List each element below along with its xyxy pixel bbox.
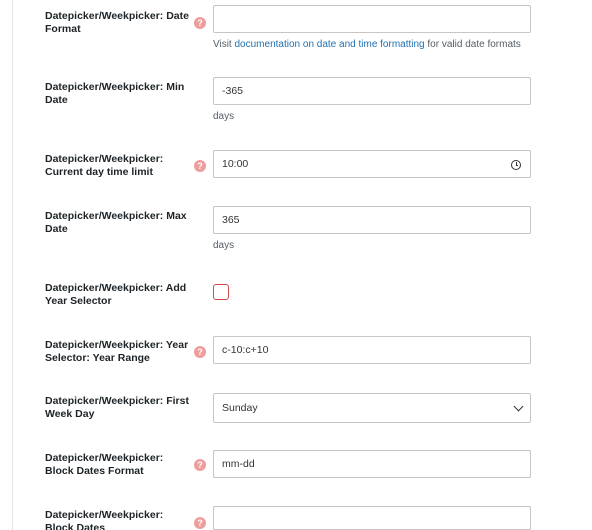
label-date-format: Datepicker/Weekpicker: Date Format [45, 10, 189, 35]
label-first-week-day: Datepicker/Weekpicker: First Week Day [45, 395, 189, 420]
block-dates-input[interactable] [213, 506, 531, 530]
first-week-day-select[interactable]: Sunday [213, 393, 531, 423]
year-range-input[interactable]: c-10:c+10 [213, 336, 531, 364]
help-icon[interactable]: ? [194, 459, 206, 471]
label-add-year-selector: Datepicker/Weekpicker: Add Year Selector [45, 282, 187, 307]
settings-page: Datepicker/Weekpicker: Date Format ? Vis… [0, 0, 592, 530]
label-block-dates-format: Datepicker/Weekpicker: Block Dates Forma… [45, 452, 164, 477]
label-time-limit: Datepicker/Weekpicker: Current day time … [45, 153, 164, 178]
time-limit-input[interactable]: 10:00 [213, 150, 531, 178]
hint-prefix: Visit [213, 39, 235, 50]
time-limit-value: 10:00 [222, 158, 249, 170]
max-date-input[interactable]: 365 [213, 206, 531, 234]
date-format-hint: Visit documentation on date and time for… [213, 39, 521, 50]
label-year-range: Datepicker/Weekpicker: Year Selector: Ye… [45, 339, 189, 364]
first-week-day-selected: Sunday [222, 402, 258, 414]
max-date-unit: days [213, 240, 235, 251]
chevron-down-icon [513, 401, 524, 412]
min-date-input[interactable]: -365 [213, 77, 531, 105]
documentation-link[interactable]: documentation on date and time formattin… [235, 39, 425, 50]
help-icon[interactable]: ? [194, 517, 206, 529]
clock-icon[interactable] [511, 160, 521, 170]
help-icon[interactable]: ? [194, 346, 206, 358]
help-icon[interactable]: ? [194, 160, 206, 172]
label-block-dates: Datepicker/Weekpicker: Block Dates [45, 509, 164, 530]
min-date-unit: days [213, 111, 235, 122]
label-max-date: Datepicker/Weekpicker: Max Date [45, 210, 187, 235]
label-min-date: Datepicker/Weekpicker: Min Date [45, 81, 185, 106]
block-dates-format-input[interactable]: mm-dd [213, 450, 531, 478]
hint-suffix: for valid date formats [424, 39, 521, 50]
add-year-selector-checkbox[interactable] [213, 284, 229, 300]
date-format-input[interactable] [213, 5, 531, 33]
left-divider [12, 0, 13, 530]
help-icon[interactable]: ? [194, 17, 206, 29]
